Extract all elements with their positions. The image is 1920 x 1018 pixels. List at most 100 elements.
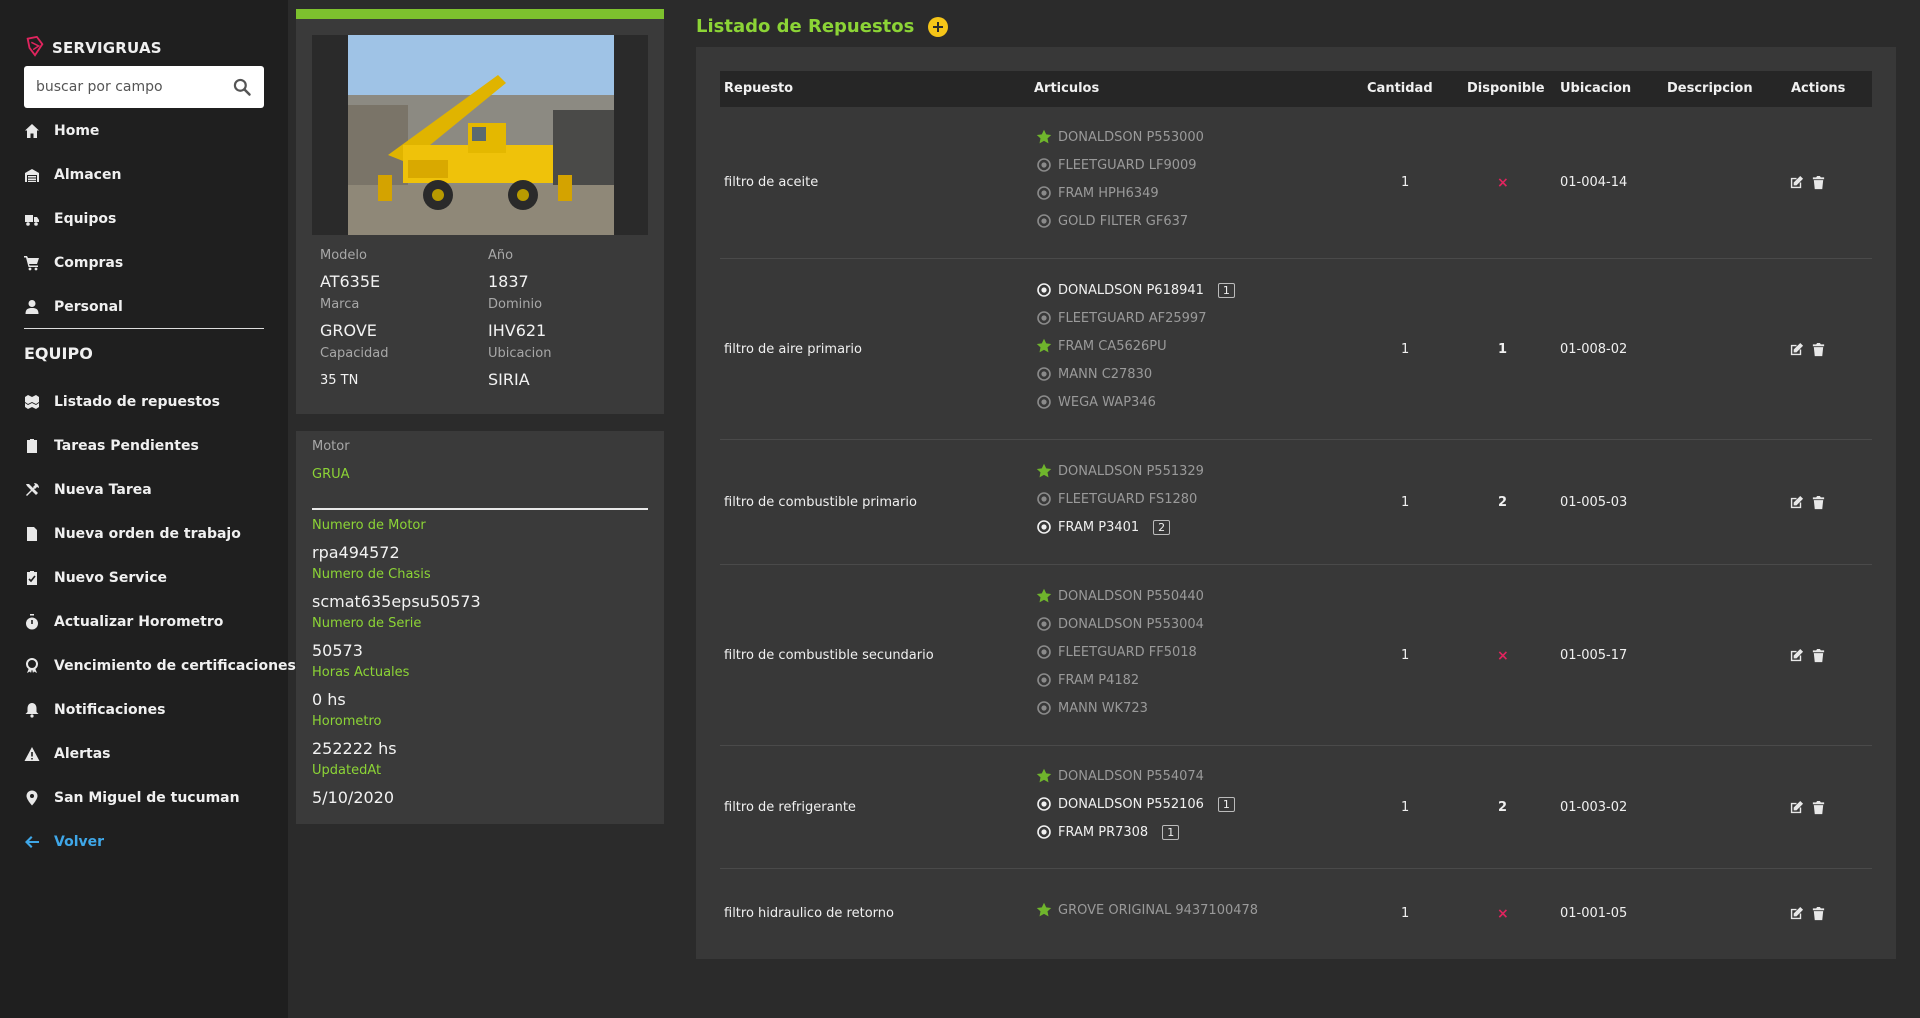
sidebar-item-personal[interactable]: Personal <box>24 293 123 321</box>
ubicacion-value: SIRIA <box>488 370 530 389</box>
sidebar-item-almacen[interactable]: Almacen <box>24 161 121 189</box>
table-header: Repuesto Articulos Cantidad Disponible U… <box>720 71 1872 107</box>
articulo-item[interactable]: MANN WK723 <box>1036 699 1148 717</box>
repuesto-cell: filtro de refrigerante <box>724 800 856 815</box>
articulo-item[interactable]: FRAM CA5626PU <box>1036 337 1167 355</box>
equipment-card: Modelo AT635E Año 1837 Marca GROVE Domin… <box>296 19 664 414</box>
search-input[interactable] <box>36 79 232 95</box>
articulo-item[interactable]: DONALDSON P618941 1 <box>1036 281 1235 299</box>
articulo-item[interactable]: FRAM HPH6349 <box>1036 184 1159 202</box>
articulo-item[interactable]: FLEETGUARD FF5018 <box>1036 643 1197 661</box>
edit-icon[interactable] <box>1789 648 1805 664</box>
trash-icon[interactable] <box>1811 906 1827 922</box>
star-icon <box>1036 768 1052 784</box>
cubes-icon <box>24 394 40 410</box>
table-row: filtro de combustible secundario DONALDSO… <box>720 565 1872 746</box>
header-cantidad[interactable]: Cantidad <box>1367 71 1433 107</box>
trash-icon[interactable] <box>1811 648 1827 664</box>
edit-icon[interactable] <box>1789 342 1805 358</box>
articulo-name: WEGA WAP346 <box>1058 394 1156 410</box>
header-ubicacion[interactable]: Ubicacion <box>1560 71 1631 107</box>
header-descripcion[interactable]: Descripcion <box>1667 71 1753 107</box>
sidebar-item-equipos[interactable]: Equipos <box>24 205 116 233</box>
modelo-value: AT635E <box>320 272 381 291</box>
articulo-item[interactable]: DONALDSON P553000 <box>1036 128 1204 146</box>
warehouse-icon <box>24 167 40 183</box>
sidebar-item-nueva-orden[interactable]: Nueva orden de trabajo <box>24 520 241 548</box>
cantidad-cell: 1 <box>1401 800 1410 815</box>
search-icon[interactable] <box>232 77 252 97</box>
cantidad-cell: 1 <box>1401 906 1410 921</box>
ubicacion-cell: 01-001-05 <box>1560 906 1628 921</box>
numero-motor-value: rpa494572 <box>312 543 400 562</box>
ubicacion-label: Ubicacion <box>488 346 552 361</box>
articulo-name: GROVE ORIGINAL 9437100478 <box>1058 902 1259 918</box>
ubicacion-cell: 01-008-02 <box>1560 342 1628 357</box>
articulo-item[interactable]: MANN C27830 <box>1036 365 1152 383</box>
articulo-item[interactable]: FRAM PR7308 1 <box>1036 823 1180 841</box>
radio-icon <box>1036 282 1052 298</box>
sidebar-item-volver[interactable]: Volver <box>24 828 104 856</box>
header-disponible[interactable]: Disponible <box>1467 71 1545 107</box>
sidebar-item-tareas-pendientes[interactable]: Tareas Pendientes <box>24 432 199 460</box>
sidebar-item-actualizar-horometro[interactable]: Actualizar Horometro <box>24 608 223 636</box>
articulo-item[interactable]: FRAM P4182 <box>1036 671 1139 689</box>
ubicacion-cell: 01-005-17 <box>1560 648 1628 663</box>
sidebar-item-notificaciones[interactable]: Notificaciones <box>24 696 165 724</box>
articulo-item[interactable]: DONALDSON P550440 <box>1036 587 1204 605</box>
articulo-item[interactable]: WEGA WAP346 <box>1036 393 1156 411</box>
radio-icon <box>1036 616 1052 632</box>
sidebar-item-label: Actualizar Horometro <box>54 614 224 630</box>
motor-divider <box>312 508 648 510</box>
trash-icon[interactable] <box>1811 342 1827 358</box>
articulo-name: DONALDSON P553000 <box>1058 129 1204 145</box>
equipment-status-bar <box>296 9 664 19</box>
numero-serie-label: Numero de Serie <box>312 616 422 631</box>
page-title: Listado de Repuestos <box>696 16 915 37</box>
table-row: filtro hidraulico de retorno GROVE ORIGIN… <box>720 869 1872 959</box>
articulo-item[interactable]: GROVE ORIGINAL 9437100478 <box>1036 901 1258 919</box>
articulo-item[interactable]: FLEETGUARD AF25997 <box>1036 309 1206 327</box>
row-actions <box>1789 175 1827 191</box>
articulo-name: MANN C27830 <box>1058 366 1153 382</box>
header-articulos[interactable]: Articulos <box>1034 71 1099 107</box>
sidebar-item-location[interactable]: San Miguel de tucuman <box>24 784 240 812</box>
sidebar-item-nuevo-service[interactable]: Nuevo Service <box>24 564 167 592</box>
add-repuesto-button[interactable] <box>928 16 949 37</box>
header-repuesto[interactable]: Repuesto <box>724 71 793 107</box>
articulo-item[interactable]: FRAM P3401 2 <box>1036 518 1171 536</box>
sidebar-item-label: Tareas Pendientes <box>54 438 199 454</box>
sidebar-item-home[interactable]: Home <box>24 117 99 145</box>
ubicacion-cell: 01-003-02 <box>1560 800 1628 815</box>
edit-icon[interactable] <box>1789 906 1805 922</box>
articulo-item[interactable]: DONALDSON P554074 <box>1036 767 1204 785</box>
sidebar-item-label: Notificaciones <box>54 702 166 718</box>
articulo-name: FRAM P4182 <box>1058 672 1140 688</box>
warning-icon <box>24 746 40 762</box>
brand[interactable]: SERVIGRUAS <box>24 35 162 61</box>
sidebar-item-listado-repuestos[interactable]: Listado de repuestos <box>24 388 220 416</box>
edit-icon[interactable] <box>1789 495 1805 511</box>
articulo-item[interactable]: FLEETGUARD FS1280 <box>1036 490 1197 508</box>
horometro-value: 252222 hs <box>312 739 397 758</box>
sidebar-item-vencimiento[interactable]: Vencimiento de certificaciones <box>24 652 296 680</box>
sidebar-item-alertas[interactable]: Alertas <box>24 740 111 768</box>
sidebar-item-label: Volver <box>54 834 105 850</box>
trash-icon[interactable] <box>1811 800 1827 816</box>
capacidad-label: Capacidad <box>320 346 389 361</box>
articulo-item[interactable]: DONALDSON P553004 <box>1036 615 1204 633</box>
numero-serie-value: 50573 <box>312 641 363 660</box>
sidebar-item-compras[interactable]: Compras <box>24 249 123 277</box>
articulo-item[interactable]: GOLD FILTER GF637 <box>1036 212 1188 230</box>
trash-icon[interactable] <box>1811 175 1827 191</box>
radio-icon <box>1036 519 1052 535</box>
edit-icon[interactable] <box>1789 800 1805 816</box>
articulo-name: DONALDSON P553004 <box>1058 616 1204 632</box>
table-row: filtro de combustible primario DONALDSON … <box>720 440 1872 565</box>
articulo-item[interactable]: FLEETGUARD LF9009 <box>1036 156 1197 174</box>
edit-icon[interactable] <box>1789 175 1805 191</box>
trash-icon[interactable] <box>1811 495 1827 511</box>
sidebar-item-nueva-tarea[interactable]: Nueva Tarea <box>24 476 152 504</box>
articulo-item[interactable]: DONALDSON P551329 <box>1036 462 1204 480</box>
articulo-item[interactable]: DONALDSON P552106 1 <box>1036 795 1235 813</box>
